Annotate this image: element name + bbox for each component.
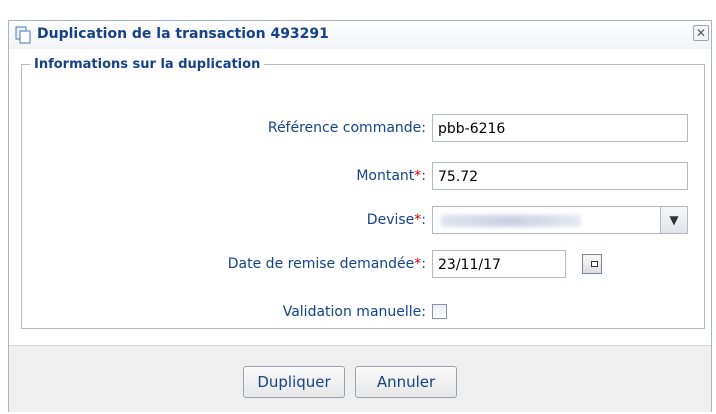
- currency-label: Devise*:: [367, 212, 426, 228]
- currency-select[interactable]: ▼: [432, 206, 688, 234]
- date-label-text: Date de remise demandée: [227, 256, 415, 272]
- date-row: Date de remise demandée*: 23/11/17: [22, 250, 706, 280]
- dialog-body: Informations sur la duplication Référenc…: [9, 49, 711, 345]
- reference-row: Référence commande: pbb-6216: [22, 114, 706, 144]
- reference-label: Référence commande:: [267, 120, 426, 136]
- currency-row: Devise*: ▼: [22, 206, 706, 236]
- calendar-icon[interactable]: [582, 254, 602, 274]
- manual-row: Validation manuelle:: [22, 298, 706, 328]
- chevron-down-icon[interactable]: ▼: [660, 207, 687, 233]
- duplicate-document-icon: [15, 26, 31, 44]
- manual-label: Validation manuelle:: [282, 304, 426, 320]
- currency-label-suffix: :: [421, 212, 426, 228]
- date-label-suffix: :: [421, 256, 426, 272]
- duplication-fieldset: Informations sur la duplication Référenc…: [21, 57, 705, 329]
- amount-row: Montant*: 75.72: [22, 162, 706, 192]
- dialog-title: Duplication de la transaction 493291: [37, 26, 329, 42]
- amount-value: 75.72: [438, 169, 479, 185]
- amount-label-suffix: :: [421, 168, 426, 184]
- currency-label-text: Devise: [366, 212, 415, 228]
- amount-input[interactable]: 75.72: [432, 162, 688, 190]
- duplicate-button[interactable]: Dupliquer: [243, 366, 345, 398]
- amount-label: Montant*:: [356, 168, 426, 184]
- section-title: Informations sur la duplication: [34, 57, 261, 72]
- date-input[interactable]: 23/11/17: [432, 250, 566, 278]
- dialog-footer: Dupliquer Annuler: [9, 345, 711, 412]
- amount-label-text: Montant: [356, 168, 415, 184]
- close-button[interactable]: ✕: [693, 25, 709, 41]
- reference-input[interactable]: pbb-6216: [432, 114, 688, 142]
- manual-validation-checkbox[interactable]: [432, 304, 447, 319]
- dialog-titlebar: Duplication de la transaction 493291 ✕: [9, 21, 711, 49]
- date-value: 23/11/17: [438, 257, 501, 273]
- currency-redacted-value: [441, 215, 581, 227]
- close-icon: ✕: [695, 26, 707, 40]
- duplication-dialog: Duplication de la transaction 493291 ✕ I…: [8, 20, 712, 412]
- cancel-button[interactable]: Annuler: [355, 366, 457, 398]
- reference-value: pbb-6216: [438, 121, 506, 137]
- date-label: Date de remise demandée*:: [228, 256, 426, 272]
